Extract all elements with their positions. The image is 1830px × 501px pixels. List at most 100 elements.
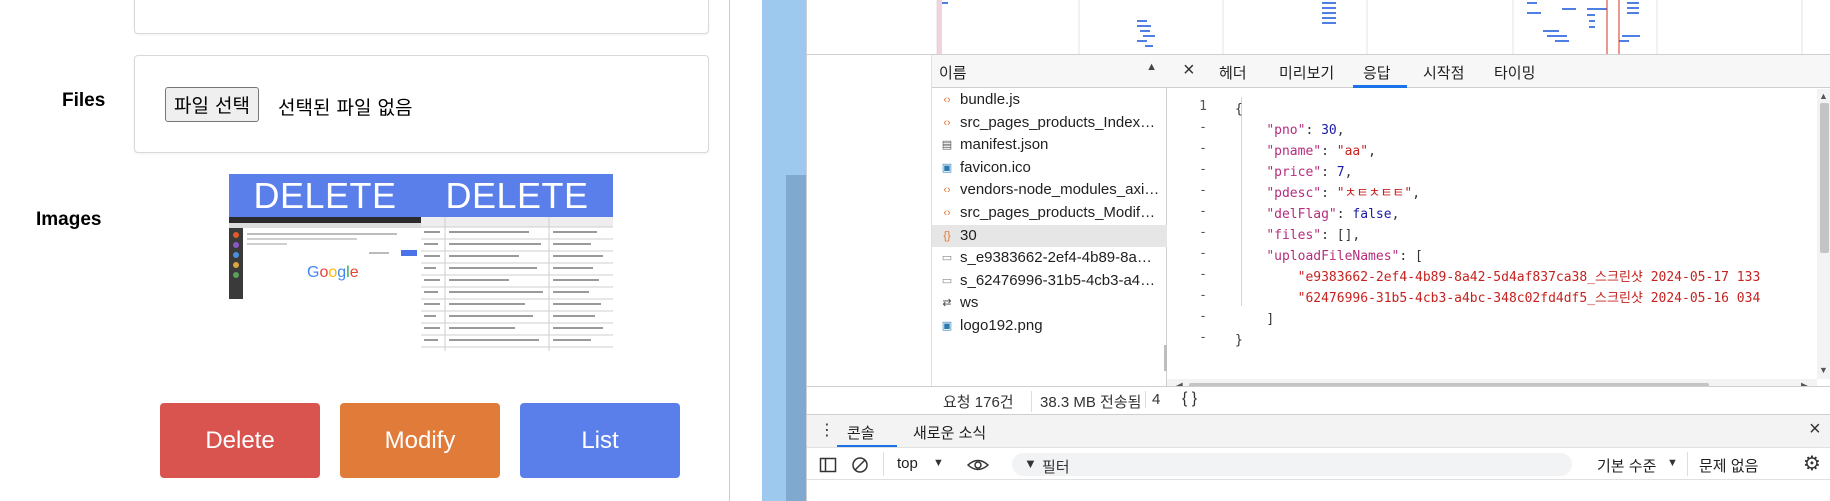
detail-tab[interactable]: 미리보기 [1279,62,1334,83]
chevron-down-icon[interactable]: ▼ [933,457,944,469]
close-drawer-icon[interactable]: × [1809,418,1821,441]
detail-tab[interactable]: 헤더 [1219,62,1247,83]
response-viewer[interactable]: 1 - - - - - - - - - - - { "pno": 30, "pname": "aa",… [1167,89,1817,379]
clear-console-icon[interactable] [851,456,869,474]
code-line-delflag: "delFlag": false, [1266,207,1400,222]
request-row[interactable]: ▭ s_e9383662-2ef4-4b89-8a42-5d4af837ca38 [932,247,1167,269]
request-row[interactable]: ▭ s_62476996-31b5-4cb3-a4bc-348c02fd4df5 [932,270,1167,292]
scroll-down-icon[interactable]: ▼ [1819,365,1828,375]
doc-icon: ▤ [941,139,953,152]
line-number: - [1199,288,1207,303]
console-filter-input[interactable]: ▼ 필터 [1012,453,1572,476]
network-status-bar: 요청 176건 38.3 MB 전송됨 4 { } [807,386,1830,414]
code-line-open: { [1235,102,1243,117]
list-button[interactable]: List [520,403,680,478]
value-pname: "aa" [1336,144,1369,159]
image-thumbnail-google: Google [229,217,421,299]
console-toolbar: top ▼ ▼ 필터 기본 수준 ▼ 문제 없음 ⚙ [807,447,1830,480]
drawer-tabbar: ⋮ 콘솔 새로운 소식 × [807,414,1830,448]
window-divider [762,0,806,501]
request-row[interactable]: ‹› bundle.js [932,89,1167,111]
request-name: src_pages_products_IndexPage_js.chunk.js [960,113,1160,131]
active-tab-indicator [1353,85,1407,88]
image-delete-button[interactable]: DELETE [229,174,421,217]
script-icon: ‹› [943,207,951,219]
value-upload-0: "e9383662-2ef4-4b89-8a42-5d4af837ca38_스크… [1297,270,1761,285]
request-row[interactable]: ‹› src_pages_products_IndexPage_js.chunk.… [932,112,1167,134]
issues-count[interactable]: 문제 없음 [1699,455,1758,476]
sort-up-icon[interactable]: ▲ [1146,61,1157,73]
vscroll-thumb[interactable] [1820,103,1829,253]
code-line-price: "price": 7, [1266,165,1353,180]
request-name: vendors-node_modules_axios_index_js.chun… [960,181,1160,199]
response-code: { "pno": 30, "pname": "aa", "price": 7, … [1235,89,1815,379]
request-name: manifest.json [960,136,1049,154]
log-level-dropdown[interactable]: 기본 수준 [1597,455,1656,476]
request-name: bundle.js [960,91,1021,108]
line-number: - [1199,141,1207,156]
request-detail-pane: × 헤더 미리보기 응답 시작점 타이밍 1----------- { "pno": 3… [1167,55,1830,414]
preflight-icon: ▭ [941,274,953,287]
sidebar-toggle-icon[interactable] [819,456,837,474]
response-vscroll[interactable]: ▲ ▼ [1817,89,1830,379]
script-icon: ‹› [943,94,951,106]
choose-file-button[interactable]: 파일 선택 [165,87,259,122]
filter-placeholder: 필터 [1042,459,1070,476]
request-name: favicon.ico [960,158,1031,176]
scroll-up-icon[interactable]: ▲ [1819,91,1828,101]
request-row[interactable]: ‹› vendors-node_modules_axios_index_js.ch… [932,179,1167,201]
product-modify-page: Files 파일 선택 선택된 파일 없음 Images DELETE Goog… [0,0,730,501]
svg-text:Google: Google [307,264,359,281]
request-row[interactable]: ⇄ ws [932,292,1167,314]
image-tile: DELETE Google [229,174,421,304]
code-line-close: } [1235,333,1243,348]
line-number: - [1199,246,1207,261]
image-icon: ▣ [941,161,953,174]
line-number: 1 [1199,99,1207,114]
name-column-header[interactable]: 이름 ▲ [932,55,1167,88]
code-line-close-array: ] [1266,312,1275,327]
request-name: ws [960,294,979,312]
tab-whats-new[interactable]: 새로운 소식 [913,422,986,443]
previous-field-card [134,0,709,34]
network-overview-waterfall[interactable] [807,0,1830,55]
pretty-print-icon[interactable]: { } [1182,390,1197,408]
eye-icon[interactable] [967,456,989,474]
line-number: - [1199,120,1207,135]
more-tabs-icon[interactable]: ⋮ [819,420,835,440]
code-line-pname: "pname": "aa", [1266,144,1376,159]
image-delete-button[interactable]: DELETE [421,174,613,217]
detail-tab[interactable]: 응답 [1363,62,1391,83]
code-line-pdesc: "pdesc": "ㅊㅌㅊㅌㅌ", [1266,186,1421,201]
line-number-gutter: 1 - - - - - - - - - - - [1167,89,1227,379]
line-number: - [1199,267,1207,282]
line-number: - [1199,162,1207,177]
delete-button[interactable]: Delete [160,403,320,478]
websocket-icon: ⇄ [942,297,952,310]
line-number: - [1199,204,1207,219]
image-thumbnail-table [421,217,613,351]
tab-console[interactable]: 콘솔 [847,422,875,443]
code-line-files: "files": [], [1266,228,1361,243]
preflight-icon: ▭ [941,252,953,265]
request-row[interactable]: ▣ favicon.ico [932,157,1167,179]
console-output[interactable] [807,481,1830,501]
chevron-down-icon[interactable]: ▼ [1667,457,1678,469]
request-row[interactable]: ▤ manifest.json [932,134,1167,156]
detail-tab[interactable]: 시작점 [1423,62,1464,83]
request-count: 요청 176건 [943,394,1014,411]
request-row[interactable]: ▣ logo192.png [932,315,1167,337]
code-line-pno: "pno": 30, [1266,123,1345,138]
gear-icon[interactable]: ⚙ [1803,451,1821,476]
detail-tab[interactable]: 타이밍 [1494,62,1535,83]
request-row[interactable]: ‹› src_pages_products_ModifyPage_js.chunk… [932,202,1167,224]
context-selector[interactable]: top [897,455,918,472]
transferred-size: 38.3 MB 전송됨 [1031,391,1141,412]
modify-button[interactable]: Modify [340,403,500,478]
request-row[interactable]: {} 30 [932,224,1167,247]
files-label: Files [62,90,106,111]
code-line-upload-1: "62476996-31b5-4cb3-a4bc-348c02fd4df5_스크… [1235,288,1761,309]
fetch-icon: {} [943,229,951,242]
value-pdesc: "ㅊㅌㅊㅌㅌ" [1336,186,1413,201]
line-number: - [1199,225,1207,240]
